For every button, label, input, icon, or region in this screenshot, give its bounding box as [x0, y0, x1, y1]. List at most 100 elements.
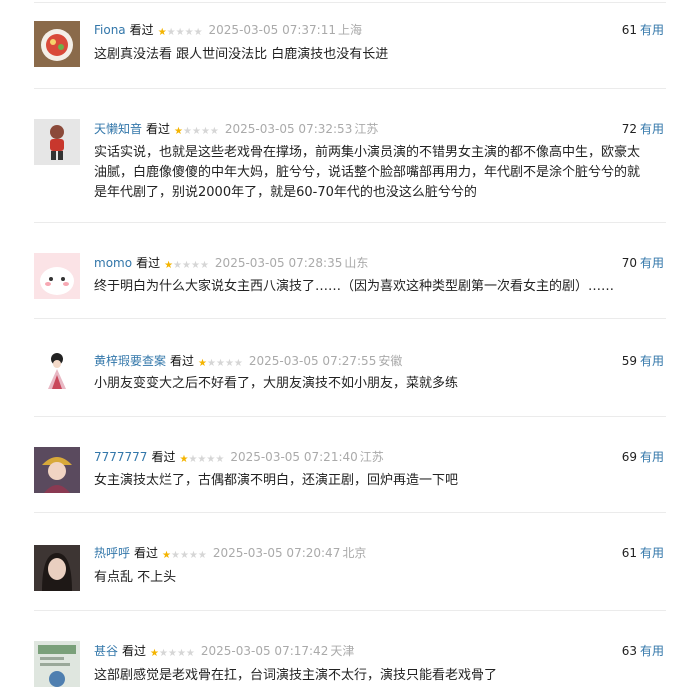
star-empty-icon: ★	[200, 126, 210, 137]
review-meta: 黄梓瑕要查案 看过 ★★★★★ 2025-03-05 07:27:55 安徽 59 有用	[94, 353, 666, 369]
vote-count: 59	[621, 354, 637, 368]
review-list: Fiona 看过 ★★★★★ 2025-03-05 07:37:11 上海 61 有用 这…	[0, 0, 700, 691]
star-empty-icon: ★	[199, 260, 209, 271]
vote-area: 61 有用	[622, 22, 664, 38]
review-meta: Fiona 看过 ★★★★★ 2025-03-05 07:37:11 上海 61 有用	[94, 22, 666, 38]
star-empty-icon: ★	[173, 260, 183, 271]
document-avatar-icon[interactable]	[34, 641, 80, 687]
review-item: 黄梓瑕要查案 看过 ★★★★★ 2025-03-05 07:27:55 安徽 59 有用 …	[34, 318, 666, 417]
review-comment: 这部剧感觉是老戏骨在扛，台词演技主演不太行，演技只能看老戏骨了	[94, 668, 498, 683]
review-location: 天津	[330, 644, 355, 658]
star-empty-icon: ★	[233, 358, 243, 369]
star-rating: ★★★★★	[174, 122, 219, 138]
watch-status: 看过	[151, 450, 176, 464]
star-filled-icon: ★	[198, 358, 207, 369]
username-link[interactable]: 热呼呼	[94, 546, 130, 560]
star-empty-icon: ★	[176, 648, 186, 659]
headdress-avatar-icon[interactable]	[34, 447, 80, 493]
username-link[interactable]: 甚谷	[94, 644, 118, 658]
vote-count: 61	[621, 23, 637, 37]
review-meta: momo 看过 ★★★★★ 2025-03-05 07:28:35 山东 70 有用	[94, 255, 666, 271]
star-empty-icon: ★	[179, 550, 189, 561]
useful-button[interactable]: 有用	[640, 354, 664, 368]
review-item: 热呼呼 看过 ★★★★★ 2025-03-05 07:20:47 北京 61 有用 有点乱…	[34, 512, 666, 611]
ancient-costume-avatar-icon[interactable]	[34, 347, 80, 393]
star-empty-icon: ★	[182, 260, 191, 271]
vote-area: 72 有用	[622, 121, 664, 137]
useful-button[interactable]: 有用	[640, 256, 664, 270]
username-link[interactable]: 黄梓瑕要查案	[94, 354, 166, 368]
useful-button[interactable]: 有用	[640, 546, 664, 560]
star-filled-icon: ★	[162, 550, 171, 561]
vote-count: 70	[621, 256, 637, 270]
star-rating: ★★★★★	[150, 644, 195, 660]
review-comment: 终于明白为什么大家说女主西八演技了……（因为喜欢这种类型剧第一次看女主的剧）……	[94, 279, 615, 294]
review-meta: 天懒知音 看过 ★★★★★ 2025-03-05 07:32:53 江苏 72 有用	[94, 121, 666, 137]
review-location: 山东	[344, 256, 369, 270]
review-comment: 小朋友变变大之后不好看了，大朋友演技不如小朋友，菜就多练	[94, 376, 459, 391]
star-filled-icon: ★	[150, 648, 159, 659]
review-comment: 女主演技太烂了，古偶都演不明白，还演正剧，回炉再造一下吧	[94, 473, 459, 488]
review-comment: 有点乱 不上头	[94, 570, 177, 585]
figurine-avatar-icon[interactable]	[34, 119, 80, 165]
star-empty-icon: ★	[193, 27, 203, 38]
username-link[interactable]: momo	[94, 256, 132, 270]
useful-button[interactable]: 有用	[640, 450, 664, 464]
star-rating: ★★★★★	[158, 23, 203, 39]
review-timestamp: 2025-03-05 07:37:11	[208, 23, 336, 37]
vote-area: 69 有用	[622, 449, 664, 465]
review-comment: 这剧真没法看 跟人世间没法比 白鹿演技也没有长进	[94, 47, 389, 62]
review-timestamp: 2025-03-05 07:28:35	[214, 256, 343, 270]
star-empty-icon: ★	[224, 358, 234, 369]
star-empty-icon: ★	[166, 27, 176, 38]
star-filled-icon: ★	[157, 27, 167, 38]
star-empty-icon: ★	[188, 550, 198, 561]
vote-area: 59 有用	[622, 353, 664, 369]
star-filled-icon: ★	[164, 260, 174, 271]
star-empty-icon: ★	[175, 27, 185, 38]
star-empty-icon: ★	[215, 454, 225, 465]
review-location: 上海	[337, 23, 362, 37]
star-filled-icon: ★	[179, 454, 189, 465]
review-item: 7777777 看过 ★★★★★ 2025-03-05 07:21:40 江苏 69 有用…	[34, 416, 666, 513]
star-empty-icon: ★	[184, 27, 194, 38]
review-item: 天懒知音 看过 ★★★★★ 2025-03-05 07:32:53 江苏 72 有用 实话…	[34, 88, 666, 219]
food-bowl-avatar-icon[interactable]	[34, 21, 80, 67]
vote-count: 69	[621, 450, 637, 464]
watch-status: 看过	[170, 354, 195, 368]
star-empty-icon: ★	[190, 260, 200, 271]
review-location: 江苏	[354, 122, 379, 136]
star-empty-icon: ★	[209, 126, 219, 137]
useful-button[interactable]: 有用	[640, 122, 664, 136]
pink-cartoon-avatar-icon[interactable]	[34, 253, 80, 299]
watch-status: 看过	[129, 23, 154, 37]
watch-status: 看过	[136, 256, 161, 270]
watch-status: 看过	[146, 122, 171, 136]
review-location: 北京	[342, 546, 367, 560]
review-timestamp: 2025-03-05 07:20:47	[212, 546, 341, 560]
useful-button[interactable]: 有用	[640, 644, 664, 658]
review-timestamp: 2025-03-05 07:21:40	[230, 450, 358, 464]
vote-area: 63 有用	[622, 643, 664, 659]
star-rating: ★★★★★	[179, 450, 224, 466]
username-link[interactable]: 天懒知音	[94, 122, 142, 136]
vote-count: 61	[621, 546, 637, 560]
star-rating: ★★★★★	[162, 546, 207, 562]
star-rating: ★★★★★	[198, 354, 243, 370]
star-filled-icon: ★	[174, 126, 183, 137]
review-meta: 甚谷 看过 ★★★★★ 2025-03-05 07:17:42 天津 63 有用	[94, 643, 666, 659]
review-item: momo 看过 ★★★★★ 2025-03-05 07:28:35 山东 70 有用 终于…	[34, 222, 666, 319]
review-location: 安徽	[378, 354, 403, 368]
review-meta: 热呼呼 看过 ★★★★★ 2025-03-05 07:20:47 北京 61 有用	[94, 545, 666, 561]
username-link[interactable]: Fiona	[94, 23, 126, 37]
useful-button[interactable]: 有用	[640, 23, 664, 37]
watch-status: 看过	[122, 644, 147, 658]
star-empty-icon: ★	[197, 454, 207, 465]
username-link[interactable]: 7777777	[94, 450, 147, 464]
star-empty-icon: ★	[191, 126, 201, 137]
star-empty-icon: ★	[159, 648, 168, 659]
portrait-avatar-icon[interactable]	[34, 545, 80, 591]
review-timestamp: 2025-03-05 07:17:42	[200, 644, 329, 658]
star-empty-icon: ★	[188, 454, 198, 465]
watch-status: 看过	[134, 546, 159, 560]
